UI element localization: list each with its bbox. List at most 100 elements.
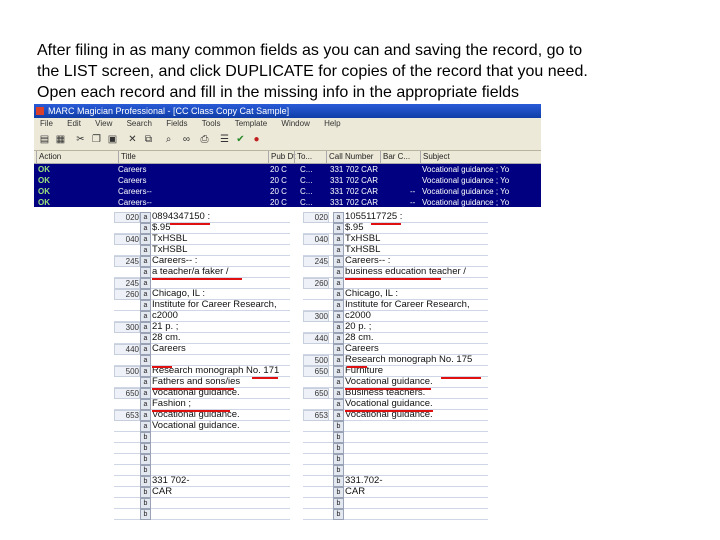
list-row[interactable]: OK Careers 20 C C... 331 702 CAR Vocatio… xyxy=(34,175,541,186)
subfield-code[interactable]: a xyxy=(140,377,151,388)
subfield-value[interactable]: TxHSBL xyxy=(152,233,187,244)
subfield-code[interactable]: b xyxy=(333,432,344,443)
subfield-code[interactable]: a xyxy=(140,355,151,366)
subfield-value[interactable]: Fashion ; xyxy=(152,398,191,409)
subfield-code[interactable]: a xyxy=(333,267,344,278)
subfield-value[interactable]: Vocational guidance. xyxy=(152,420,240,431)
subfield-code[interactable]: a xyxy=(333,388,344,399)
subfield-value[interactable]: Research monograph No. 175 xyxy=(345,354,472,365)
subfield-code[interactable]: b xyxy=(333,476,344,487)
subfield-code[interactable]: a xyxy=(140,256,151,267)
menu-fields[interactable]: Fields xyxy=(166,119,187,128)
subfield-code[interactable]: a xyxy=(140,245,151,256)
subfield-code[interactable]: a xyxy=(333,278,344,289)
menu-tools[interactable]: Tools xyxy=(202,119,221,128)
subfield-code[interactable]: a xyxy=(333,399,344,410)
marc-tag[interactable]: 650 xyxy=(303,366,329,377)
col-header-barcode[interactable]: Bar C... xyxy=(380,151,410,163)
subfield-code[interactable]: b xyxy=(333,498,344,509)
subfield-value[interactable]: TxHSBL xyxy=(345,244,380,255)
subfield-code[interactable]: a xyxy=(140,399,151,410)
subfield-value[interactable]: Careers xyxy=(152,343,186,354)
col-header-pubdate[interactable]: Pub Dt xyxy=(268,151,295,163)
subfield-value[interactable]: 331 702- xyxy=(152,475,190,486)
subfield-code[interactable]: a xyxy=(333,355,344,366)
subfield-code[interactable]: a xyxy=(140,344,151,355)
duplicate-icon[interactable]: ⧉ xyxy=(142,133,155,146)
open-icon[interactable]: ▦ xyxy=(54,133,67,146)
subfield-value[interactable]: $.95 xyxy=(345,222,364,233)
subfield-code[interactable]: b xyxy=(140,498,151,509)
menu-help[interactable]: Help xyxy=(324,119,340,128)
col-header-action[interactable]: Action xyxy=(36,151,61,163)
subfield-code[interactable]: a xyxy=(333,289,344,300)
subfield-code[interactable]: a xyxy=(333,300,344,311)
subfield-value[interactable]: Institute for Career Research, xyxy=(152,299,277,310)
marc-tag[interactable]: 500 xyxy=(303,355,329,366)
subfield-value[interactable]: CAR xyxy=(152,486,172,497)
marc-tag[interactable]: 653 xyxy=(114,410,140,421)
subfield-code[interactable]: a xyxy=(140,267,151,278)
subfield-code[interactable]: a xyxy=(333,333,344,344)
marc-tag[interactable]: 020 xyxy=(303,212,329,223)
print-icon[interactable]: ⎙ xyxy=(198,133,211,146)
marc-tag[interactable]: 440 xyxy=(303,333,329,344)
subfield-code[interactable]: b xyxy=(333,421,344,432)
subfield-value[interactable]: 331.702- xyxy=(345,475,383,486)
subfield-value[interactable]: 28 cm. xyxy=(152,332,181,343)
subfield-code[interactable]: a xyxy=(140,366,151,377)
subfield-code[interactable]: a xyxy=(140,289,151,300)
col-header-call-number[interactable]: Call Number xyxy=(326,151,373,163)
marc-tag[interactable]: 245 xyxy=(114,278,140,289)
col-header-title[interactable]: Title xyxy=(118,151,136,163)
subfield-value[interactable]: TxHSBL xyxy=(152,244,187,255)
marc-tag[interactable]: 040 xyxy=(303,234,329,245)
subfield-code[interactable]: a xyxy=(140,300,151,311)
subfield-code[interactable]: b xyxy=(333,443,344,454)
marc-tag[interactable]: 245 xyxy=(303,256,329,267)
subfield-value[interactable]: Careers-- : xyxy=(152,255,197,266)
menu-window[interactable]: Window xyxy=(281,119,309,128)
subfield-code[interactable]: b xyxy=(140,454,151,465)
subfield-code[interactable]: a xyxy=(140,388,151,399)
subfield-code[interactable]: a xyxy=(333,366,344,377)
subfield-value[interactable]: c2000 xyxy=(345,310,371,321)
marc-tag[interactable]: 650 xyxy=(114,388,140,399)
subfield-value[interactable]: Careers-- : xyxy=(345,255,390,266)
subfield-code[interactable]: a xyxy=(140,234,151,245)
list-row[interactable]: OK Careers 20 C C... 331 702 CAR Vocatio… xyxy=(34,164,541,175)
subfield-code[interactable]: b xyxy=(333,487,344,498)
menu-file[interactable]: File xyxy=(40,119,53,128)
subfield-value[interactable]: Careers xyxy=(345,343,379,354)
subfield-value[interactable]: 0894347150 : xyxy=(152,211,210,222)
subfield-value[interactable]: 28 cm. xyxy=(345,332,374,343)
list-row[interactable]: OK Careers-- 20 C C... 331 702 CAR -- Vo… xyxy=(34,197,541,207)
subfield-code[interactable]: a xyxy=(333,344,344,355)
check-icon[interactable]: ✔ xyxy=(234,133,247,146)
subfield-code[interactable]: b xyxy=(140,432,151,443)
menu-template[interactable]: Template xyxy=(235,119,267,128)
marc-tag[interactable]: 500 xyxy=(114,366,140,377)
marc-tag[interactable]: 040 xyxy=(114,234,140,245)
subfield-code[interactable]: b xyxy=(140,443,151,454)
new-record-icon[interactable]: ▤ xyxy=(38,133,51,146)
subfield-code[interactable]: a xyxy=(333,245,344,256)
menu-view[interactable]: View xyxy=(95,119,112,128)
subfield-value[interactable]: Vocational guidance. xyxy=(345,376,433,387)
list-row[interactable]: OK Careers-- 20 C C... 331 702 CAR -- Vo… xyxy=(34,186,541,197)
subfield-value[interactable]: $.95 xyxy=(152,222,171,233)
marc-tag[interactable]: 650 xyxy=(303,388,329,399)
marc-tag[interactable]: 440 xyxy=(114,344,140,355)
subfield-value[interactable]: a teacher/a faker / xyxy=(152,266,229,277)
subfield-code[interactable]: b xyxy=(140,487,151,498)
subfield-code[interactable]: a xyxy=(333,223,344,234)
delete-icon[interactable]: ✕ xyxy=(126,133,139,146)
subfield-code[interactable]: a xyxy=(140,223,151,234)
subfield-value[interactable]: Chicago, IL : xyxy=(345,288,398,299)
subfield-code[interactable]: a xyxy=(333,234,344,245)
subfield-code[interactable]: a xyxy=(140,410,151,421)
marc-tag[interactable]: 300 xyxy=(303,311,329,322)
col-header-to[interactable]: To... xyxy=(294,151,312,163)
marc-tag[interactable]: 020 xyxy=(114,212,140,223)
copy-icon[interactable]: ❐ xyxy=(90,133,103,146)
